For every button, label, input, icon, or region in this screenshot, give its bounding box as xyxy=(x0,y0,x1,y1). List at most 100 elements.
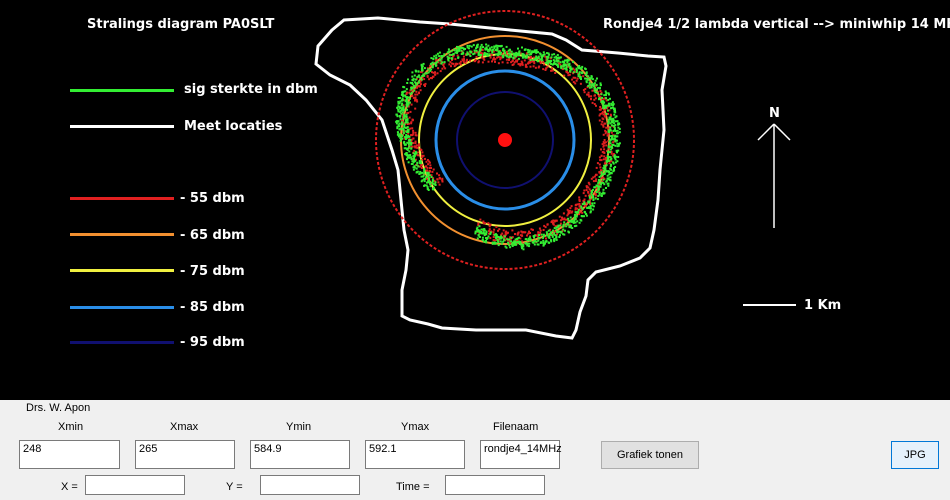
signal-point xyxy=(614,144,617,147)
signal-point xyxy=(601,117,604,120)
ymin-field[interactable]: 584.9 xyxy=(250,440,350,469)
signal-point xyxy=(586,206,589,209)
signal-point xyxy=(464,61,467,64)
signal-point xyxy=(504,54,507,57)
legend-line-55 xyxy=(70,197,174,200)
signal-point xyxy=(607,151,609,154)
signal-point xyxy=(420,163,423,166)
signal-point xyxy=(609,135,612,138)
signal-point xyxy=(547,236,550,239)
signal-point xyxy=(579,211,582,214)
signal-point xyxy=(423,67,426,70)
signal-point xyxy=(551,67,553,70)
signal-point xyxy=(563,67,566,70)
signal-point xyxy=(450,57,453,60)
signal-point xyxy=(516,237,519,240)
signal-point xyxy=(600,194,603,197)
signal-point xyxy=(407,78,409,81)
signal-point xyxy=(406,108,408,111)
signal-point xyxy=(405,133,408,136)
signal-point xyxy=(583,215,585,218)
signal-point xyxy=(429,182,432,185)
show-graph-button[interactable]: Grafiek tonen xyxy=(601,441,699,469)
filename-field[interactable]: rondje4_14MHz xyxy=(480,440,562,469)
signal-point xyxy=(434,181,437,184)
signal-point xyxy=(616,120,619,123)
signal-point xyxy=(608,117,611,120)
signal-point xyxy=(483,234,486,237)
signal-point xyxy=(415,144,418,147)
signal-point xyxy=(512,52,515,55)
signal-point xyxy=(611,106,614,109)
signal-point xyxy=(457,46,460,49)
signal-point xyxy=(404,121,407,124)
x-coordinate-field[interactable] xyxy=(85,475,185,495)
signal-point xyxy=(600,192,603,195)
signal-point xyxy=(404,90,407,93)
signal-point xyxy=(612,161,615,164)
signal-point xyxy=(602,133,605,136)
signal-point xyxy=(596,88,598,91)
signal-point xyxy=(466,58,468,61)
signal-point xyxy=(585,185,588,188)
north-arrow-icon xyxy=(757,123,791,228)
signal-point xyxy=(607,177,610,180)
signal-point xyxy=(578,198,581,201)
signal-point xyxy=(606,159,609,162)
signal-point xyxy=(419,76,422,79)
signal-point xyxy=(410,86,413,89)
signal-point xyxy=(572,71,575,74)
signal-point xyxy=(535,50,538,53)
signal-point xyxy=(492,56,495,59)
signal-point xyxy=(587,78,589,81)
signal-point xyxy=(522,243,525,246)
signal-point xyxy=(534,57,537,60)
signal-point xyxy=(559,61,562,64)
signal-point xyxy=(566,71,569,74)
signal-point xyxy=(423,168,426,171)
signal-point xyxy=(485,241,488,244)
signal-point xyxy=(616,160,619,163)
signal-point xyxy=(603,164,606,167)
jpg-button[interactable]: JPG xyxy=(891,441,939,469)
signal-point xyxy=(558,215,561,218)
signal-point xyxy=(480,228,483,231)
signal-point xyxy=(486,237,489,240)
signal-point xyxy=(397,100,400,103)
y-coordinate-field[interactable] xyxy=(260,475,360,495)
signal-point xyxy=(553,232,556,235)
signal-point xyxy=(411,127,414,130)
signal-point xyxy=(576,77,579,80)
time-field[interactable] xyxy=(445,475,545,495)
signal-point xyxy=(573,218,576,221)
signal-point xyxy=(595,166,598,169)
signal-point xyxy=(477,60,480,63)
signal-point xyxy=(499,56,502,59)
signal-point xyxy=(508,59,510,61)
signal-point xyxy=(583,210,586,213)
signal-point xyxy=(442,64,445,66)
signal-point xyxy=(487,222,490,225)
ymax-field[interactable]: 592.1 xyxy=(365,440,465,469)
signal-point xyxy=(604,157,607,159)
signal-point xyxy=(423,180,426,183)
signal-point xyxy=(528,49,531,52)
signal-point xyxy=(481,236,484,239)
signal-point xyxy=(563,221,566,224)
signal-point xyxy=(426,187,429,190)
signal-point xyxy=(575,71,578,74)
xmax-field[interactable]: 265 xyxy=(135,440,235,469)
signal-point xyxy=(605,187,607,189)
signal-point xyxy=(501,61,504,64)
signal-point xyxy=(413,166,416,169)
signal-point xyxy=(512,56,515,59)
signal-point xyxy=(592,176,595,179)
signal-point xyxy=(545,234,548,237)
signal-point xyxy=(568,231,570,234)
signal-point xyxy=(443,61,446,64)
signal-point xyxy=(607,170,610,173)
signal-point xyxy=(440,55,443,58)
xmin-field[interactable]: 248 xyxy=(19,440,120,469)
signal-point xyxy=(605,113,608,115)
signal-point xyxy=(545,231,548,234)
